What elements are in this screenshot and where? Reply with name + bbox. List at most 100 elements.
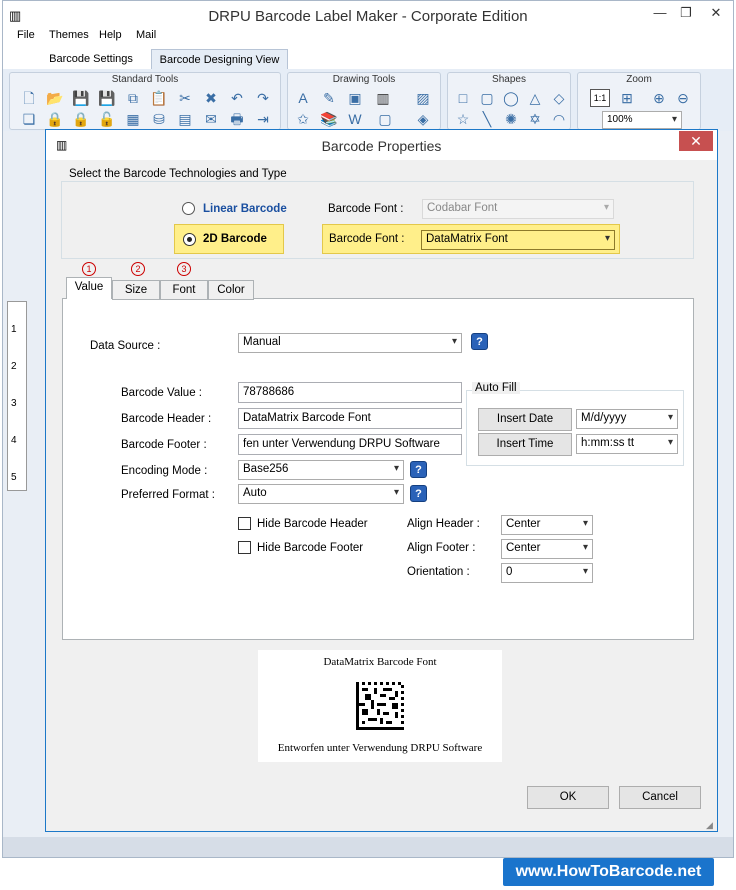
cancel-button[interactable]: Cancel (619, 786, 701, 809)
cut-icon[interactable]: ✂ (176, 90, 194, 106)
time-format-select[interactable]: h:mm:ss tt ▾ (576, 434, 678, 454)
barcode-header-input[interactable]: DataMatrix Barcode Font (238, 408, 462, 429)
shapes-group: Shapes □ ▢ ◯ △ ◇ ☆ ╲ ✺ ✡ ◠ (447, 72, 571, 130)
ruler-mark: 4 (11, 435, 17, 446)
menu-help[interactable]: Help (99, 29, 122, 41)
zoom-out-icon[interactable]: ⊖ (674, 90, 692, 106)
rounded-rect-icon[interactable]: ▢ (478, 90, 496, 106)
ruler-mark: 3 (11, 398, 17, 409)
maximize-icon[interactable]: ❐ (673, 5, 699, 21)
ellipse-icon[interactable]: ◯ (502, 90, 520, 106)
menu-mail[interactable]: Mail (136, 29, 156, 41)
align-header-select[interactable]: Center ▾ (501, 515, 593, 535)
standard-tools-group: Standard Tools 🗋 📂 💾 💾 ⧉ 📋 ✂ ✖ ↶ ↷ ❏ 🔒 🔒… (9, 72, 281, 130)
new-icon[interactable]: 🗋 (20, 90, 38, 106)
tab-font[interactable]: Font (160, 280, 208, 300)
hide-footer-checkbox[interactable] (238, 541, 251, 554)
image-icon[interactable]: ▨ (414, 90, 432, 106)
unlock-icon[interactable]: 🔓 (98, 111, 116, 127)
barcode-footer-input[interactable]: fen unter Verwendung DRPU Software (238, 434, 462, 455)
star-tool-icon[interactable]: ✩ (294, 111, 312, 127)
status-bar (3, 837, 733, 857)
frame-icon[interactable]: ▢ (376, 111, 394, 127)
arc-icon[interactable]: ◠ (550, 111, 568, 127)
twod-barcode-radio[interactable] (183, 233, 196, 246)
print-icon[interactable]: 🖶 (228, 111, 246, 127)
tab-barcode-designing-view[interactable]: Barcode Designing View (151, 49, 288, 69)
ruler-mark: 1 (11, 324, 17, 335)
resize-grip-icon[interactable]: ◢ (706, 820, 713, 831)
help-icon[interactable]: ? (410, 485, 427, 502)
tab-color[interactable]: Color (208, 280, 254, 300)
menu-file[interactable]: File (17, 29, 35, 41)
zoom-label: Zoom (626, 74, 652, 85)
star-six-icon[interactable]: ✡ (526, 111, 544, 127)
insert-time-button[interactable]: Insert Time (478, 433, 572, 456)
pencil-icon[interactable]: ✎ (320, 90, 338, 106)
help-icon[interactable]: ? (410, 461, 427, 478)
chevron-down-icon: ▾ (582, 566, 588, 577)
close-icon[interactable]: ✕ (703, 5, 729, 21)
align-footer-select[interactable]: Center ▾ (501, 539, 593, 559)
export-icon[interactable]: ⇥ (254, 111, 272, 127)
triangle-icon[interactable]: △ (526, 90, 544, 106)
zoom-level-select[interactable]: 100% ▾ (602, 111, 682, 129)
tab-size[interactable]: Size (112, 280, 160, 300)
preferred-format-value: Auto (243, 487, 267, 499)
layers-icon[interactable]: ❏ (20, 111, 38, 127)
copy-icon[interactable]: ⧉ (124, 90, 142, 106)
star-icon[interactable]: ☆ (454, 111, 472, 127)
text-icon[interactable]: A (294, 90, 312, 106)
fill-icon[interactable]: ◈ (414, 111, 432, 127)
rectangle-icon[interactable]: □ (454, 90, 472, 106)
encoding-mode-select[interactable]: Base256 ▾ (238, 460, 404, 480)
lock-all-icon[interactable]: 🔒 (72, 111, 90, 127)
insert-date-button[interactable]: Insert Date (478, 408, 572, 431)
hide-header-checkbox[interactable] (238, 517, 251, 530)
barcode-icon[interactable]: ▥ (374, 90, 392, 106)
help-icon[interactable]: ? (471, 333, 488, 350)
fit-page-icon[interactable]: ⊞ (618, 90, 636, 106)
save-as-icon[interactable]: 💾 (98, 90, 116, 106)
preferred-format-select[interactable]: Auto ▾ (238, 484, 404, 504)
data-source-label: Data Source : (90, 340, 161, 352)
burst-icon[interactable]: ✺ (502, 111, 520, 127)
twod-font-select[interactable]: DataMatrix Font ▾ (421, 230, 615, 250)
linear-barcode-radio[interactable] (182, 202, 195, 215)
data-source-select[interactable]: Manual ▾ (238, 333, 462, 353)
redo-icon[interactable]: ↷ (254, 90, 272, 106)
delete-icon[interactable]: ✖ (202, 90, 220, 106)
undo-icon[interactable]: ↶ (228, 90, 246, 106)
zoom-actual-size-button[interactable]: 1:1 (590, 89, 610, 107)
paste-icon[interactable]: 📋 (150, 90, 168, 106)
zoom-in-icon[interactable]: ⊕ (650, 90, 668, 106)
chevron-down-icon: ▾ (604, 233, 610, 244)
open-icon[interactable]: 📂 (46, 90, 64, 106)
ribbon: Standard Tools 🗋 📂 💾 💾 ⧉ 📋 ✂ ✖ ↶ ↷ ❏ 🔒 🔒… (3, 69, 733, 131)
twod-barcode-option[interactable]: 2D Barcode (174, 224, 284, 254)
batch-icon[interactable]: ▤ (176, 111, 194, 127)
date-format-select[interactable]: M/d/yyyy ▾ (576, 409, 678, 429)
wordart-icon[interactable]: W (346, 111, 364, 127)
barcode-value-input[interactable]: 78788686 (238, 382, 462, 403)
picture-icon[interactable]: ▣ (346, 90, 364, 106)
grid-icon[interactable]: ▦ (124, 111, 142, 127)
library-icon[interactable]: 📚 (320, 111, 338, 127)
align-header-label: Align Header : (407, 518, 480, 530)
tab-barcode-settings[interactable]: Barcode Settings (47, 49, 135, 69)
menu-themes[interactable]: Themes (49, 29, 89, 41)
save-icon[interactable]: 💾 (72, 90, 90, 106)
minimize-icon[interactable]: — (647, 5, 673, 20)
linear-font-select[interactable]: Codabar Font ▾ (422, 199, 614, 219)
diamond-icon[interactable]: ◇ (550, 90, 568, 106)
linear-barcode-label: Linear Barcode (203, 203, 287, 215)
tab-value[interactable]: Value (66, 277, 112, 299)
line-icon[interactable]: ╲ (478, 111, 496, 127)
mail-icon[interactable]: ✉ (202, 111, 220, 127)
database-icon[interactable]: ⛁ (150, 111, 168, 127)
orientation-select[interactable]: 0 ▾ (501, 563, 593, 583)
dialog-close-button[interactable]: ✕ (679, 131, 713, 151)
ok-button[interactable]: OK (527, 786, 609, 809)
drawing-tools-label: Drawing Tools (332, 74, 396, 85)
lock-icon[interactable]: 🔒 (46, 111, 64, 127)
